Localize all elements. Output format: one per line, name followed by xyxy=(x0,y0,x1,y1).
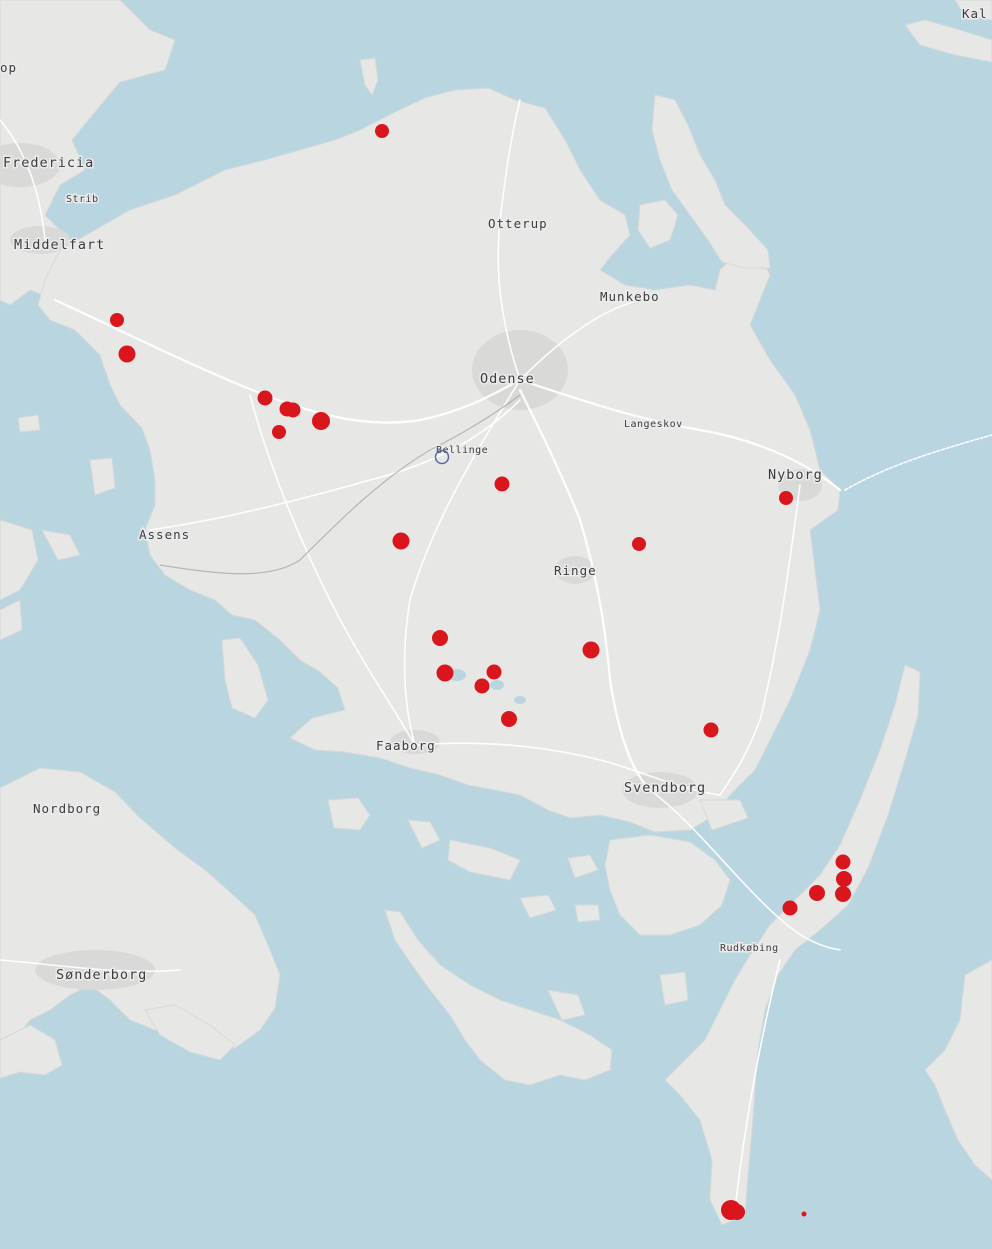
marker[interactable] xyxy=(312,412,330,430)
place-label-otterup: Otterup xyxy=(488,216,548,231)
place-label-faaborg: Faaborg xyxy=(376,738,436,753)
place-label-middelfart: Middelfart xyxy=(14,237,105,253)
map-canvas[interactable]: Kal op Fredericia Strib Middelfart Otter… xyxy=(0,0,992,1249)
marker[interactable] xyxy=(779,491,793,505)
place-label-nyborg: Nyborg xyxy=(768,467,823,483)
marker[interactable] xyxy=(582,641,600,659)
place-label-sonderborg: Sønderborg xyxy=(56,967,147,983)
marker[interactable] xyxy=(375,124,389,138)
place-label-svendborg: Svendborg xyxy=(624,780,706,796)
marker[interactable] xyxy=(782,900,798,916)
marker[interactable] xyxy=(835,854,851,870)
marker[interactable] xyxy=(474,678,490,694)
marker[interactable] xyxy=(703,722,719,738)
place-label-odense: Odense xyxy=(480,371,535,387)
place-label-strib: Strib xyxy=(66,194,99,205)
marker[interactable] xyxy=(729,1204,745,1220)
marker[interactable] xyxy=(272,425,286,439)
marker[interactable] xyxy=(486,664,502,680)
marker[interactable] xyxy=(118,345,136,363)
marker[interactable] xyxy=(436,664,454,682)
marker[interactable] xyxy=(392,532,410,550)
place-label-kal: Kal xyxy=(962,6,988,21)
place-label-munkebo: Munkebo xyxy=(600,289,660,304)
marker[interactable] xyxy=(257,390,273,406)
marker[interactable] xyxy=(801,1211,807,1217)
marker[interactable] xyxy=(835,886,851,902)
marker[interactable] xyxy=(494,476,510,492)
marker[interactable] xyxy=(632,537,646,551)
place-label-assens: Assens xyxy=(139,527,190,542)
place-label-fredericia: Fredericia xyxy=(3,155,94,171)
place-label-rudkobing: Rudkøbing xyxy=(720,943,779,954)
place-label-langeskov: Langeskov xyxy=(624,419,683,430)
marker[interactable] xyxy=(809,885,825,901)
marker[interactable] xyxy=(501,711,517,727)
marker[interactable] xyxy=(836,871,852,887)
marker[interactable] xyxy=(432,630,448,646)
marker[interactable] xyxy=(285,402,301,418)
place-label-nordborg: Nordborg xyxy=(33,801,101,816)
place-label-op: op xyxy=(0,60,17,75)
place-label-ringe: Ringe xyxy=(554,563,597,578)
marker[interactable] xyxy=(110,313,124,327)
